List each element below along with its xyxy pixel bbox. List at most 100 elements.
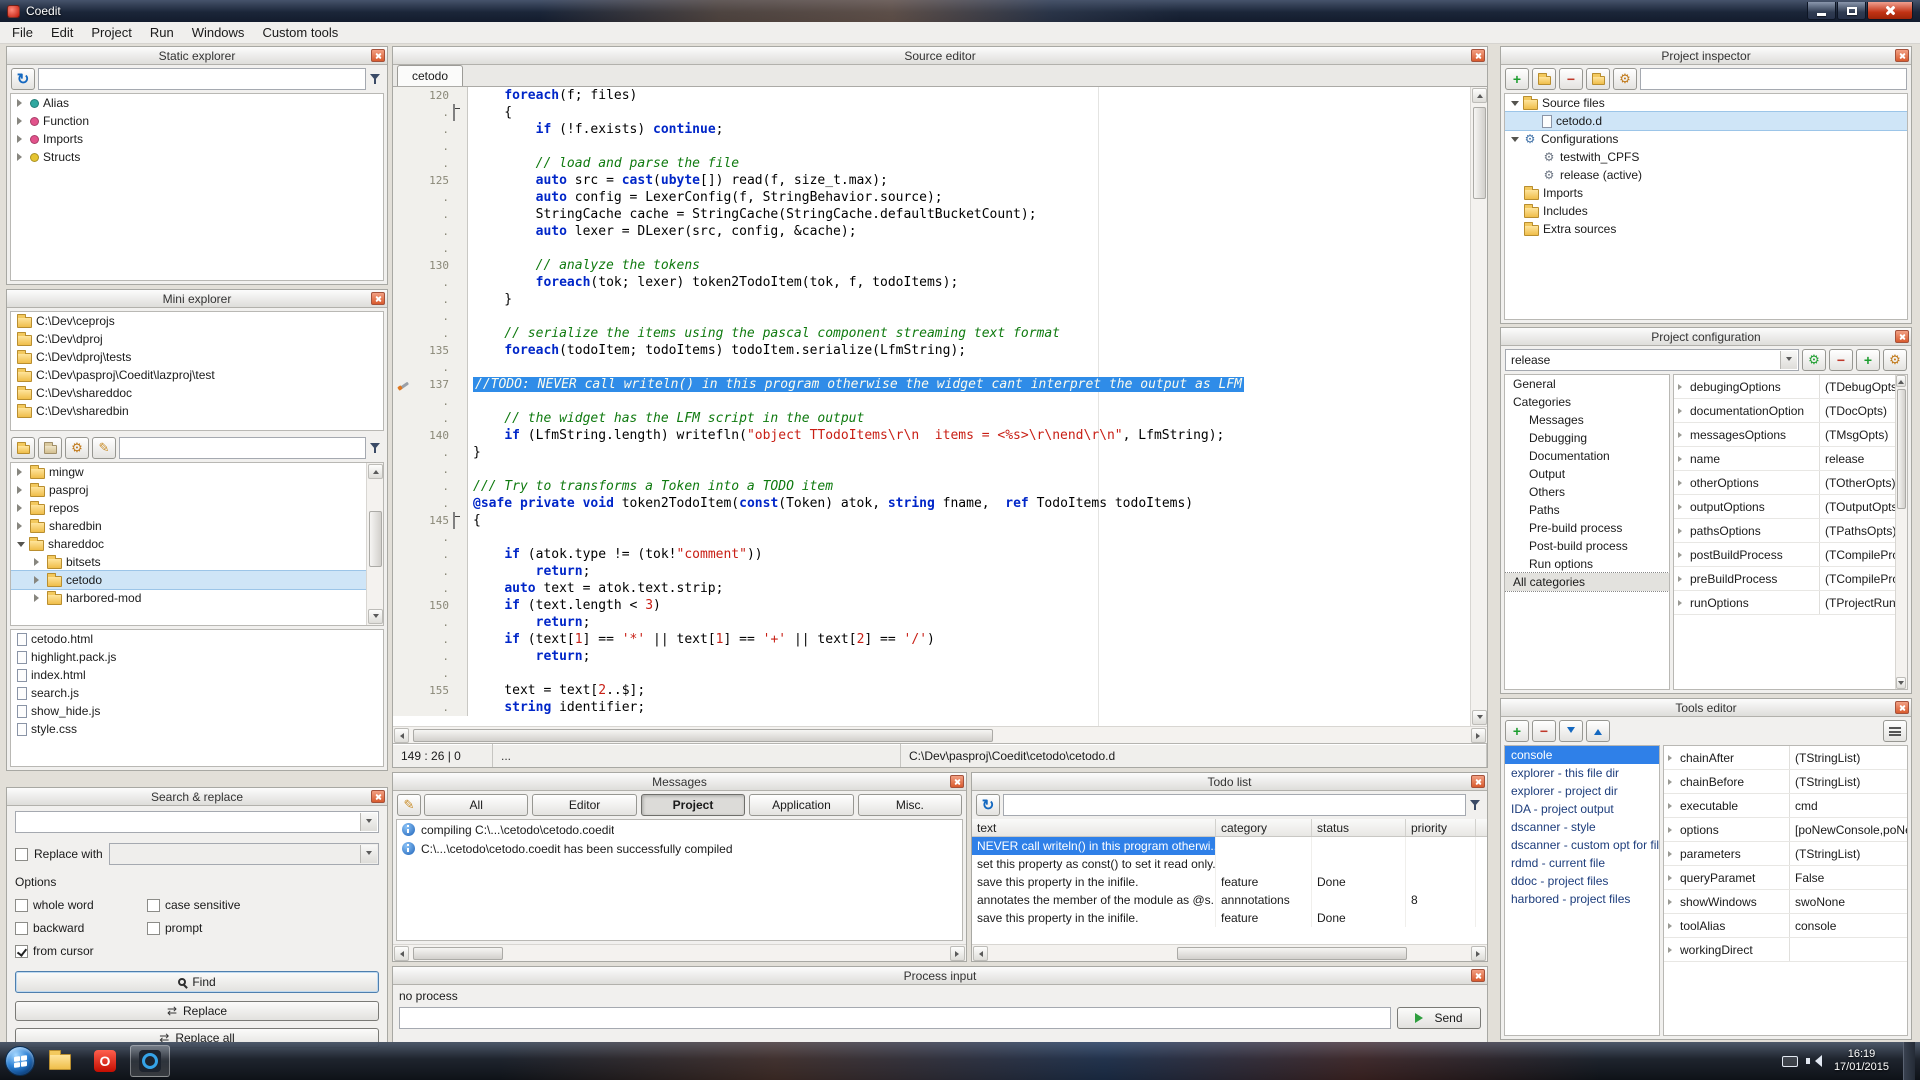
editor-line[interactable]: .: [393, 359, 1487, 376]
close-panel-icon[interactable]: [1471, 49, 1485, 62]
todo-filter-input[interactable]: [1003, 794, 1466, 816]
todo-row[interactable]: annotates the member of the module as @s…: [972, 891, 1487, 909]
option-case-sensitive[interactable]: case sensitive: [147, 898, 379, 912]
expand-icon[interactable]: [17, 486, 26, 494]
file-item[interactable]: index.html: [11, 666, 383, 684]
option-prompt[interactable]: prompt: [147, 921, 379, 935]
option-from-cursor[interactable]: from cursor: [15, 944, 147, 958]
close-panel-icon[interactable]: [371, 49, 385, 62]
expand-icon[interactable]: [1511, 101, 1519, 110]
config-category[interactable]: General: [1505, 375, 1669, 393]
checkbox[interactable]: [147, 922, 160, 935]
replace-term-combo[interactable]: [109, 843, 379, 865]
filter-icon[interactable]: [369, 442, 383, 455]
config-category[interactable]: Post-build process: [1505, 537, 1669, 555]
editor-line[interactable]: .: [393, 393, 1487, 410]
static-explorer-item[interactable]: Function: [11, 112, 383, 130]
replace-button[interactable]: Replace: [15, 1001, 379, 1021]
messages-horizontal-scrollbar[interactable]: [393, 944, 966, 961]
taskbar-media-icon[interactable]: [130, 1045, 170, 1077]
expand-icon[interactable]: [1678, 432, 1685, 438]
expand-icon[interactable]: [1678, 456, 1685, 462]
close-panel-icon[interactable]: [371, 292, 385, 305]
add-source-button[interactable]: [1505, 68, 1529, 90]
editor-line[interactable]: . auto lexer = DLexer(src, config, &cach…: [393, 223, 1487, 240]
editor-line[interactable]: 140 if (LfmString.length) writefln("obje…: [393, 427, 1487, 444]
todo-row[interactable]: NEVER call writeln() in this program oth…: [972, 837, 1487, 855]
editor-line[interactable]: 125 auto src = cast(ubyte[]) read(f, siz…: [393, 172, 1487, 189]
editor-line[interactable]: ./// Try to transforms a Token into a TO…: [393, 478, 1487, 495]
menu-edit[interactable]: Edit: [42, 23, 82, 42]
delete-config-button[interactable]: [1829, 349, 1853, 371]
favorite-path-item[interactable]: C:\Dev\dproj: [11, 330, 383, 348]
add-folder-button[interactable]: [1532, 68, 1556, 90]
editor-line[interactable]: . string identifier;: [393, 699, 1487, 716]
scroll-right-button[interactable]: [950, 946, 965, 961]
messages-filter-application[interactable]: Application: [749, 794, 853, 816]
folder-tree-item[interactable]: pasproj: [11, 481, 383, 499]
expand-icon[interactable]: [17, 117, 26, 125]
clear-messages-button[interactable]: [397, 794, 421, 816]
scroll-down-button[interactable]: [1472, 710, 1487, 725]
tool-item[interactable]: harbored - project files: [1505, 890, 1659, 908]
run-tool-button[interactable]: [1883, 720, 1907, 742]
close-panel-icon[interactable]: [1895, 49, 1909, 62]
inspector-item[interactable]: Source files: [1505, 94, 1907, 112]
messages-filter-misc[interactable]: Misc.: [858, 794, 962, 816]
expand-icon[interactable]: [17, 468, 26, 476]
tool-property-row[interactable]: parameters(TStringList): [1664, 842, 1907, 866]
scroll-up-button[interactable]: [368, 464, 383, 479]
scroll-up-button[interactable]: [1896, 375, 1906, 387]
folder-tree-item[interactable]: harbored-mod: [11, 589, 383, 607]
editor-vertical-scrollbar[interactable]: [1470, 87, 1487, 726]
editor-line[interactable]: .: [393, 529, 1487, 546]
config-category[interactable]: Others: [1505, 483, 1669, 501]
editor-line[interactable]: . foreach(tok; lexer) token2TodoItem(tok…: [393, 274, 1487, 291]
dropdown-icon[interactable]: [1780, 351, 1797, 369]
property-row[interactable]: debugingOptions(TDebugOpts): [1674, 375, 1895, 399]
tool-item[interactable]: rdmd - current file: [1505, 854, 1659, 872]
filter-icon[interactable]: [369, 73, 383, 86]
expand-icon[interactable]: [17, 542, 25, 551]
property-row[interactable]: otherOptions(TOtherOpts): [1674, 471, 1895, 495]
inspector-item[interactable]: testwith_CPFS: [1505, 148, 1907, 166]
expand-icon[interactable]: [1678, 480, 1685, 486]
file-item[interactable]: style.css: [11, 720, 383, 738]
messages-filter-editor[interactable]: Editor: [532, 794, 636, 816]
expand-icon[interactable]: [34, 594, 43, 602]
taskbar-opera-icon[interactable]: [85, 1045, 125, 1077]
expand-icon[interactable]: [1678, 408, 1685, 414]
refresh-todos-button[interactable]: [976, 794, 1000, 816]
editor-line[interactable]: . auto config = LexerConfig(f, StringBeh…: [393, 189, 1487, 206]
inspector-item[interactable]: Configurations: [1505, 130, 1907, 148]
tools-button[interactable]: [1613, 68, 1637, 90]
tray-input-icon[interactable]: [1782, 1056, 1798, 1067]
folder-tree-item[interactable]: sharedbin: [11, 517, 383, 535]
menu-file[interactable]: File: [3, 23, 42, 42]
messages-filter-project[interactable]: Project: [641, 794, 745, 816]
property-row[interactable]: namerelease: [1674, 447, 1895, 471]
tab-cetodo[interactable]: cetodo: [397, 65, 463, 86]
expand-icon[interactable]: [1678, 504, 1685, 510]
close-panel-icon[interactable]: [950, 775, 964, 788]
expand-icon[interactable]: [1668, 827, 1675, 833]
filter-icon[interactable]: [1469, 799, 1483, 812]
editor-line[interactable]: 150 if (text.length < 3): [393, 597, 1487, 614]
refresh-button[interactable]: [11, 68, 35, 90]
folder-tree-scrollbar[interactable]: [366, 463, 383, 625]
checkbox[interactable]: [147, 899, 160, 912]
checkbox[interactable]: [15, 945, 28, 958]
property-row[interactable]: outputOptions(TOutputOpts): [1674, 495, 1895, 519]
inspector-filter-input[interactable]: [1640, 68, 1907, 90]
edit-button[interactable]: [92, 437, 116, 459]
add-config-button[interactable]: [1856, 349, 1880, 371]
replace-with-checkbox[interactable]: [15, 848, 28, 861]
editor-line[interactable]: .@safe private void token2TodoItem(const…: [393, 495, 1487, 512]
tool-item[interactable]: dscanner - custom opt for file: [1505, 836, 1659, 854]
editor-line[interactable]: .: [393, 240, 1487, 257]
expand-icon[interactable]: [1668, 755, 1675, 761]
messages-filter-all[interactable]: All: [424, 794, 528, 816]
close-panel-icon[interactable]: [1895, 330, 1909, 343]
message-item[interactable]: C:\...\cetodo\cetodo.coedit has been suc…: [397, 839, 962, 858]
tool-property-row[interactable]: workingDirect: [1664, 938, 1907, 962]
